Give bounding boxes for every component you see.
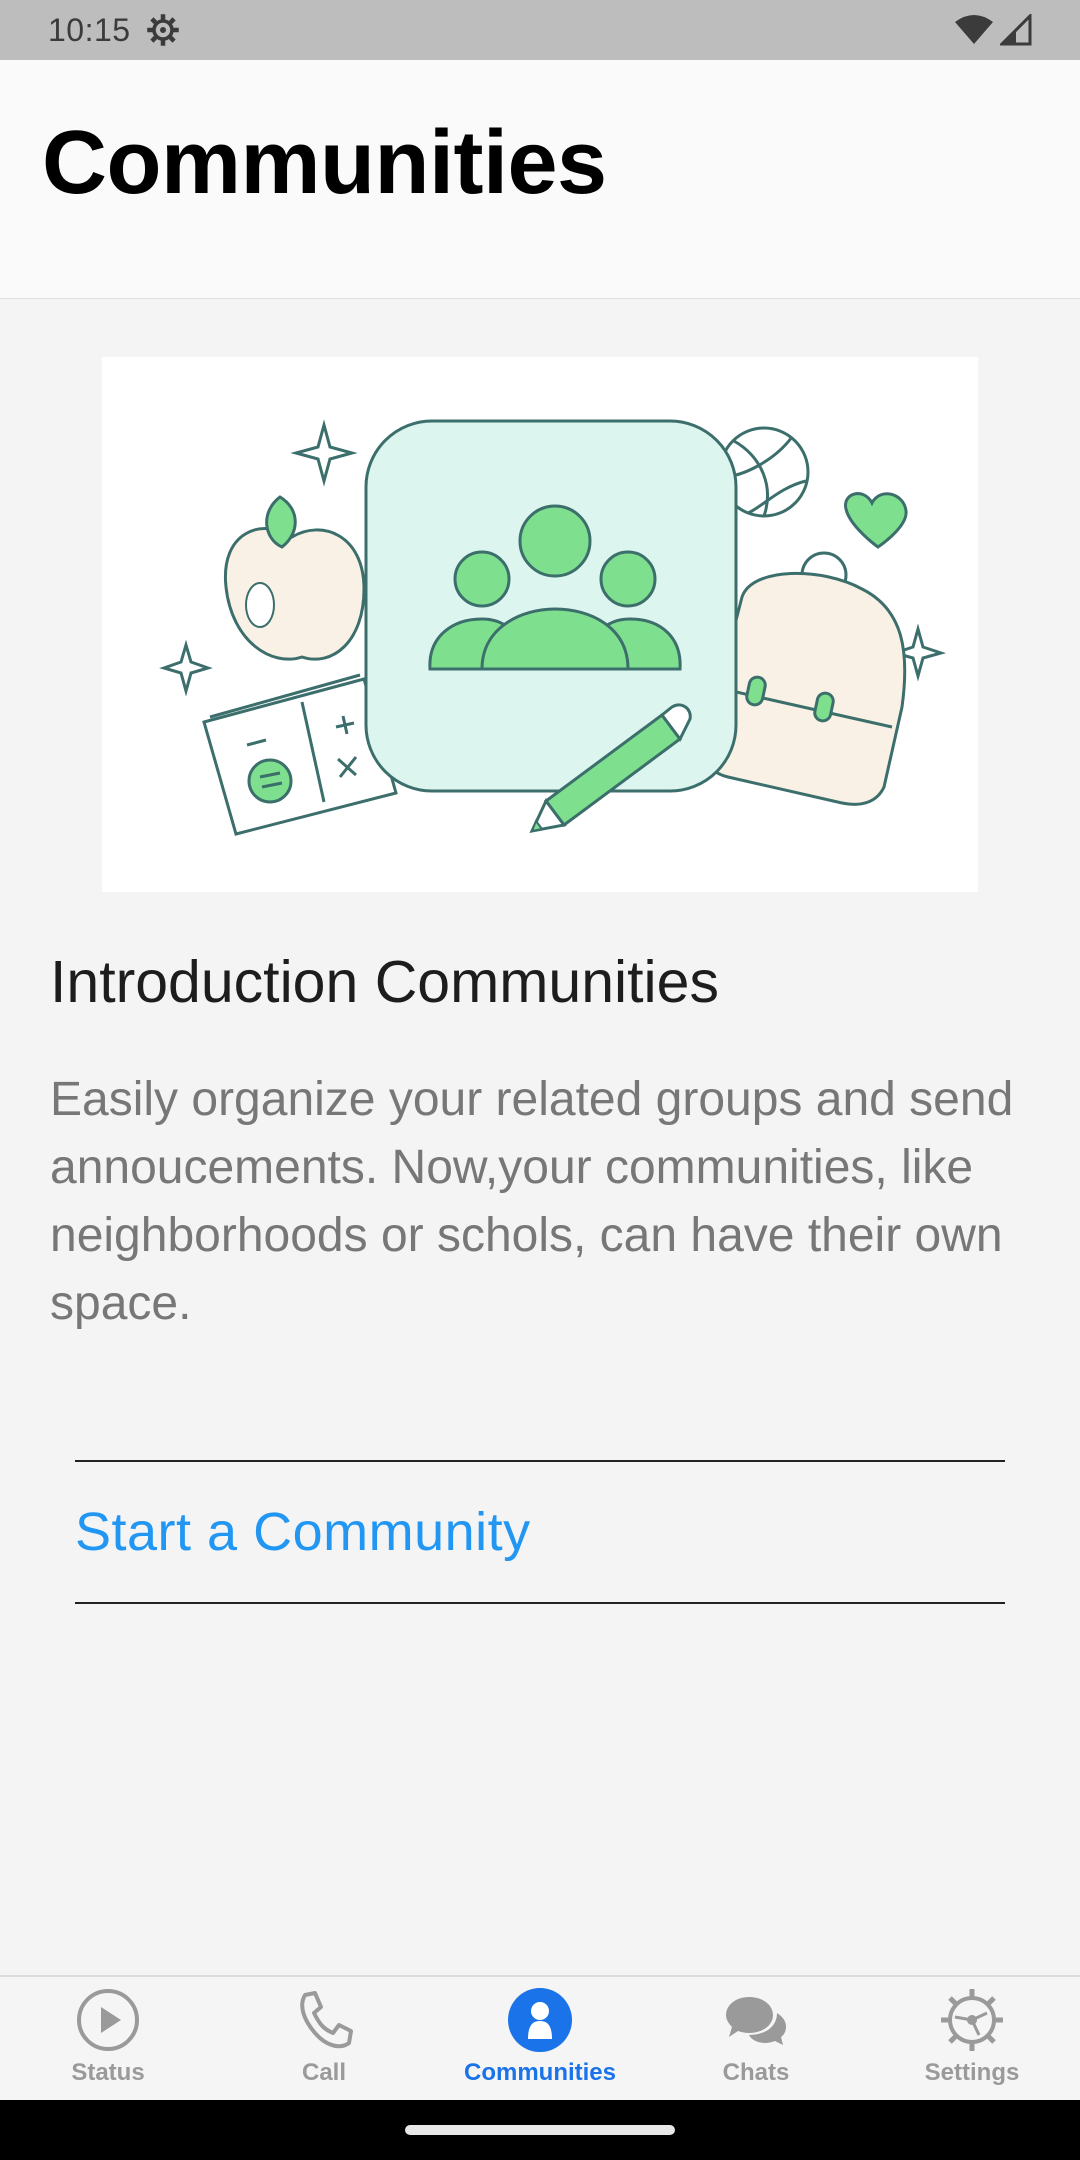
gear-icon bbox=[939, 1987, 1005, 2053]
tab-call[interactable]: Call bbox=[216, 1977, 432, 2100]
intro-description: Easily organize your related groups and … bbox=[50, 1073, 1014, 1330]
tab-label: Call bbox=[301, 2059, 346, 2086]
bottom-tab-bar: Status Call Communities Chats Settings bbox=[0, 1975, 1080, 2100]
phone-icon bbox=[291, 1987, 357, 2053]
page-title: Communities bbox=[42, 113, 607, 213]
sparkle-icon bbox=[159, 639, 213, 697]
communities-icon bbox=[507, 1987, 573, 2053]
tab-label: Communities bbox=[463, 2059, 616, 2086]
status-bar: 10:15 bbox=[0, 0, 1080, 60]
wifi-icon bbox=[955, 15, 993, 44]
tab-label: Settings bbox=[924, 2059, 1020, 2086]
play-circle-icon bbox=[75, 1987, 141, 2053]
home-indicator[interactable] bbox=[405, 2125, 675, 2135]
tab-settings[interactable]: Settings bbox=[864, 1977, 1080, 2100]
communities-illustration bbox=[102, 357, 978, 892]
settings-notification-icon bbox=[145, 12, 181, 48]
tab-communities[interactable]: Communities bbox=[432, 1977, 648, 2100]
status-icons bbox=[954, 14, 1032, 46]
tab-label: Chats bbox=[722, 2059, 790, 2086]
start-community-label: Start a Community bbox=[75, 1502, 531, 1562]
tab-label: Status bbox=[71, 2059, 145, 2086]
tab-chats[interactable]: Chats bbox=[648, 1977, 864, 2100]
heart-icon bbox=[844, 492, 908, 549]
signal-icon bbox=[1000, 14, 1032, 46]
apple-icon bbox=[223, 495, 366, 661]
intro-title: Introduction Communities bbox=[50, 949, 719, 1015]
tab-status[interactable]: Status bbox=[0, 1977, 216, 2100]
start-community-button[interactable]: Start a Community bbox=[75, 1460, 1005, 1604]
sparkle-icon bbox=[290, 419, 358, 487]
chat-bubbles-icon bbox=[723, 1987, 789, 2053]
status-time: 10:15 bbox=[48, 11, 131, 48]
system-navigation-bar bbox=[0, 2100, 1080, 2160]
